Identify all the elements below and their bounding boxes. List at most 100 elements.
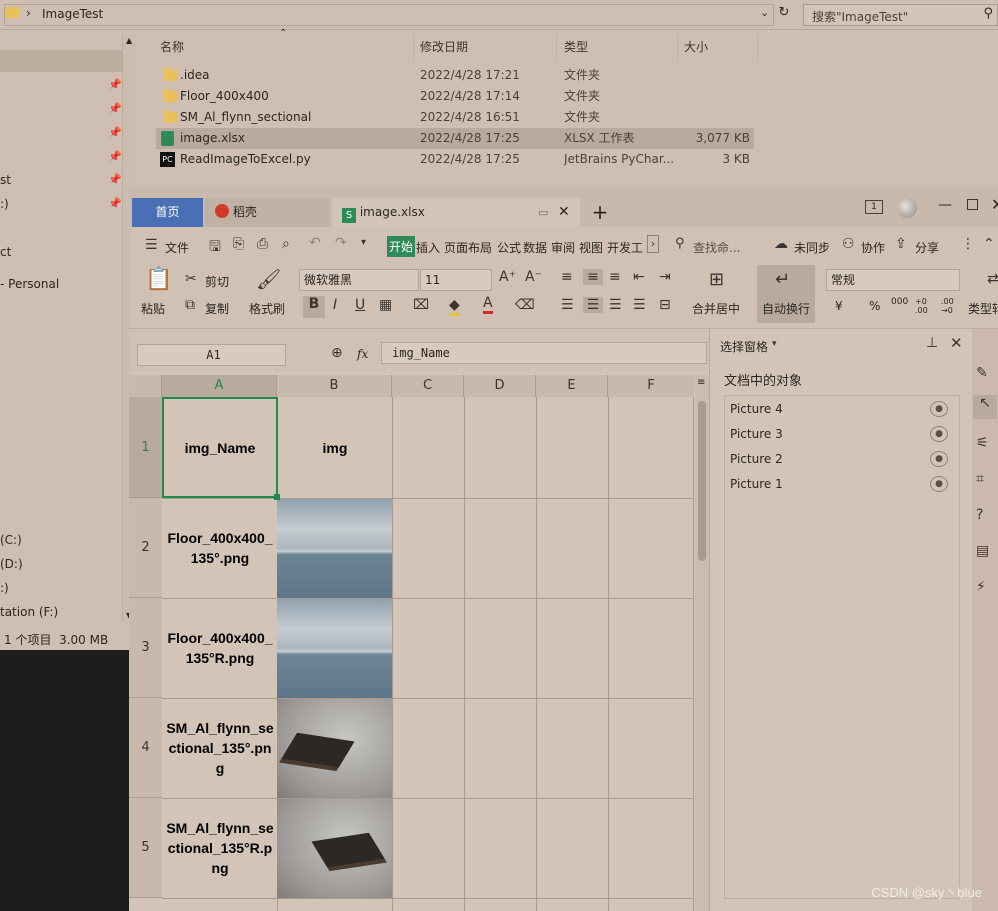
picture-item[interactable]: Picture 2 ● xyxy=(724,447,960,472)
nav-item[interactable]: 📌 xyxy=(0,146,122,168)
avatar[interactable] xyxy=(897,198,917,218)
share-icon[interactable]: ⇪ xyxy=(895,236,907,252)
save-icon[interactable]: 🖫 xyxy=(209,236,221,260)
collaborate-button[interactable]: 协作 xyxy=(861,239,885,256)
font-shrink-icon[interactable]: A⁻ xyxy=(525,269,542,285)
restore-tab-icon[interactable]: ▭ xyxy=(538,198,548,227)
column-header-d[interactable]: D xyxy=(464,375,536,397)
maximize-icon[interactable] xyxy=(967,199,978,210)
menu-layout[interactable]: 页面布局 xyxy=(444,239,492,256)
underline-icon[interactable]: U xyxy=(355,297,365,313)
cell-b[interactable]: img xyxy=(278,397,392,498)
menu-start[interactable]: 开始 xyxy=(387,236,416,257)
new-tab-button[interactable]: + xyxy=(587,198,613,227)
thousands-button[interactable]: 000 xyxy=(891,297,908,307)
column-header-e[interactable]: E xyxy=(536,375,608,397)
align-top-icon[interactable]: ≡ xyxy=(561,269,573,285)
border-icon[interactable]: ▦ xyxy=(379,297,392,313)
collaborate-icon[interactable]: ⚇ xyxy=(842,236,855,252)
close-tab-icon[interactable]: ✕ xyxy=(558,198,570,227)
font-size-select[interactable]: 11 xyxy=(420,269,492,291)
column-header-b[interactable]: B xyxy=(277,375,392,397)
column-divider[interactable] xyxy=(757,34,758,60)
address-input[interactable] xyxy=(4,4,774,26)
file-row[interactable]: image.xlsx 2022/4/28 17:25 XLSX 工作表 3,077 K… xyxy=(156,128,754,149)
font-select[interactable]: 微软雅黑 xyxy=(299,269,419,291)
eraser-icon[interactable]: ⌫ xyxy=(515,297,535,313)
chevron-right-icon[interactable]: › xyxy=(647,235,659,253)
decimal-increase-button[interactable]: +0 .00 xyxy=(915,297,933,315)
column-header-a[interactable]: A xyxy=(162,375,277,397)
nav-item[interactable]: st 📌 xyxy=(0,169,122,191)
type-convert-icon[interactable]: ⇄ xyxy=(987,271,998,287)
justify-icon[interactable]: ☰ xyxy=(633,297,646,313)
formula-input[interactable]: img_Name xyxy=(381,342,707,364)
scissors-icon[interactable]: ✂ xyxy=(185,271,197,287)
align-center-icon[interactable]: ☰ xyxy=(583,297,603,313)
lightning-icon[interactable]: ⚡ xyxy=(976,579,986,595)
distribute-icon[interactable]: ⊟ xyxy=(659,297,671,313)
sky-image[interactable] xyxy=(277,599,392,698)
print-icon[interactable]: ⎙ xyxy=(257,236,268,252)
chevron-down-icon[interactable]: ▾ xyxy=(772,339,777,349)
copy-button[interactable]: 复制 xyxy=(205,300,229,317)
nav-item[interactable]: ct xyxy=(0,241,122,263)
file-row[interactable]: .idea 2022/4/28 17:21 文件夹 xyxy=(156,65,754,86)
scrollbar-thumb[interactable] xyxy=(698,401,706,561)
column-header-date[interactable]: 修改日期 xyxy=(420,38,468,56)
font-grow-icon[interactable]: A⁺ xyxy=(499,269,516,285)
cell-a[interactable]: Floor_400x400_135°.png xyxy=(163,498,277,598)
style-icon[interactable]: ✎ xyxy=(976,365,988,381)
align-left-icon[interactable]: ☰ xyxy=(561,297,574,313)
select-pointer-icon[interactable]: ↖ xyxy=(973,395,997,419)
italic-icon[interactable]: I xyxy=(333,297,337,313)
close-window-icon[interactable]: ✕ xyxy=(991,195,998,214)
zoom-formula-icon[interactable]: ⊕ xyxy=(331,345,343,361)
chevron-down-icon[interactable]: ⌄ xyxy=(760,6,769,19)
eye-icon[interactable]: ● xyxy=(930,451,948,467)
nav-item-drive-f[interactable]: tation (F:) xyxy=(0,601,122,623)
export-icon[interactable]: ⎘ xyxy=(233,236,244,252)
percent-button[interactable]: % xyxy=(869,299,880,313)
strikethrough-icon[interactable]: ⌧ xyxy=(413,297,429,313)
hamburger-icon[interactable]: ☰ xyxy=(145,237,158,253)
tab-image-xlsx[interactable]: S image.xlsx ▭ ✕ xyxy=(332,198,580,227)
nav-item[interactable] xyxy=(0,50,122,72)
column-header-f[interactable]: F xyxy=(608,375,694,397)
settings-sliders-icon[interactable]: ⚟ xyxy=(976,435,989,451)
column-divider[interactable] xyxy=(677,34,678,60)
nav-item[interactable]: :) 📌 xyxy=(0,193,122,215)
nav-item[interactable]: 📌 xyxy=(0,122,122,144)
fill-color-icon[interactable]: ◆ xyxy=(449,297,460,316)
picture-item[interactable]: Picture 3 ● xyxy=(724,422,960,447)
search-input[interactable]: 搜索"ImageTest" ⚲ xyxy=(803,4,998,26)
menu-data[interactable]: 数据 xyxy=(523,239,547,256)
name-box[interactable]: A1 xyxy=(137,344,286,366)
help-icon[interactable]: ? xyxy=(976,507,983,523)
selection-pane-title[interactable]: 选择窗格 xyxy=(720,338,768,355)
eye-icon[interactable]: ● xyxy=(930,476,948,492)
align-middle-icon[interactable]: ≡ xyxy=(583,269,603,285)
column-header-size[interactable]: 大小 xyxy=(684,38,708,56)
row-header[interactable]: 2 xyxy=(129,498,162,598)
number-format-select[interactable]: 常规 xyxy=(826,269,960,291)
format-painter-icon[interactable]: 🖌 xyxy=(256,267,281,291)
undo-icon[interactable]: ↶ xyxy=(309,235,321,251)
crop-icon[interactable]: ⌗ xyxy=(976,471,984,487)
cell-a[interactable]: Floor_400x400_135°R.png xyxy=(163,598,277,698)
pin-pane-icon[interactable]: ⊥ xyxy=(926,335,938,351)
menu-review[interactable]: 审阅 xyxy=(551,239,575,256)
wrap-text-button[interactable]: ↵ 自动换行 xyxy=(757,265,815,323)
tab-daoke[interactable]: 稻壳 xyxy=(205,198,329,227)
scroll-up-icon[interactable]: ▲ xyxy=(126,36,132,45)
scroll-menu-icon[interactable]: ≡ xyxy=(697,377,705,388)
nav-item[interactable]: 📌 xyxy=(0,98,122,120)
menu-insert[interactable]: 插入 xyxy=(416,239,440,256)
eye-icon[interactable]: ● xyxy=(930,426,948,442)
row-header[interactable]: 1 xyxy=(129,397,162,498)
merge-center-button[interactable]: 合并居中 xyxy=(692,300,740,317)
chevron-up-icon[interactable]: ⌃ xyxy=(983,236,995,252)
refresh-icon[interactable]: ↻ xyxy=(776,5,792,23)
eye-icon[interactable]: ● xyxy=(930,401,948,417)
picture-item[interactable]: Picture 4 ● xyxy=(724,397,960,422)
